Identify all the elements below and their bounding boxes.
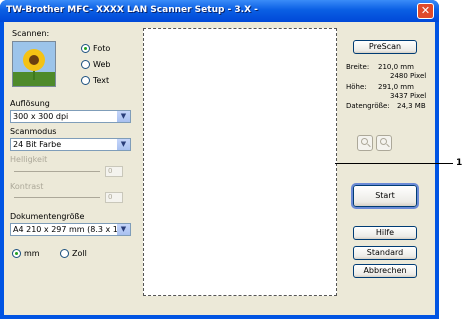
brightness-slider — [14, 171, 100, 172]
unit-inch-label[interactable]: Zoll — [72, 249, 87, 258]
start-button[interactable]: Start — [351, 183, 419, 209]
scan-type-text-label[interactable]: Text — [93, 76, 109, 85]
callout-line — [335, 163, 453, 164]
scanmode-label: Scanmodus — [10, 127, 57, 136]
docsize-value: A4 210 x 297 mm (8.3 x 11.7 — [13, 225, 117, 234]
resolution-select[interactable]: 300 x 300 dpi ▼ — [10, 110, 131, 123]
unit-mm-radio[interactable] — [12, 249, 21, 258]
width-pixels: 2480 Pixel — [390, 72, 427, 80]
scan-type-web-radio[interactable] — [81, 60, 90, 69]
datasize-label: Datengröße: — [346, 102, 390, 110]
scan-type-web-label[interactable]: Web — [93, 60, 110, 69]
zoom-in-icon — [357, 135, 373, 151]
sunflower-icon — [13, 42, 55, 86]
default-button[interactable]: Standard — [353, 246, 417, 260]
resolution-label: Auflösung — [10, 99, 50, 108]
width-label: Breite: — [346, 63, 370, 71]
scanner-window: TW-Brother MFC- XXXX LAN Scanner Setup -… — [0, 0, 439, 319]
scan-type-text-radio[interactable] — [81, 76, 90, 85]
brightness-label: Helligkeit — [10, 155, 48, 164]
brightness-value: 0 — [105, 166, 123, 177]
dialog-body: Scannen: Foto Web Text Auflösung 300 x 3… — [4, 22, 435, 315]
photo-thumbnail — [12, 41, 56, 87]
resolution-value: 300 x 300 dpi — [13, 112, 69, 121]
scanmode-select[interactable]: 24 Bit Farbe ▼ — [10, 138, 131, 151]
settings-panel: Scannen: Foto Web Text Auflösung 300 x 3… — [8, 26, 139, 292]
contrast-label: Kontrast — [10, 182, 44, 191]
height-mm: 291,0 mm — [378, 83, 414, 91]
scan-type-label: Scannen: — [12, 29, 50, 38]
contrast-value: 0 — [105, 192, 123, 203]
datasize-value: 24,3 MB — [397, 102, 426, 110]
close-icon[interactable]: ✕ — [417, 3, 434, 19]
docsize-select[interactable]: A4 210 x 297 mm (8.3 x 11.7 ▼ — [10, 223, 131, 236]
scanmode-value: 24 Bit Farbe — [13, 140, 62, 149]
chevron-down-icon[interactable]: ▼ — [117, 111, 130, 122]
height-pixels: 3437 Pixel — [390, 92, 427, 100]
unit-inch-radio[interactable] — [60, 249, 69, 258]
scan-type-photo-label[interactable]: Foto — [93, 44, 110, 53]
contrast-slider — [14, 197, 100, 198]
window-title: TW-Brother MFC- XXXX LAN Scanner Setup -… — [6, 5, 258, 15]
callout-number: 1 — [456, 158, 463, 168]
prescan-button[interactable]: PreScan — [353, 40, 417, 54]
chevron-down-icon[interactable]: ▼ — [117, 139, 130, 150]
zoom-out-icon — [376, 135, 392, 151]
cancel-button[interactable]: Abbrechen — [353, 264, 417, 278]
height-label: Höhe: — [346, 83, 367, 91]
help-button[interactable]: Hilfe — [353, 226, 417, 240]
chevron-down-icon[interactable]: ▼ — [117, 224, 130, 235]
unit-mm-label[interactable]: mm — [24, 249, 40, 258]
scan-preview-area[interactable] — [143, 28, 337, 296]
docsize-label: Dokumentengröße — [10, 212, 85, 221]
scan-type-photo-radio[interactable] — [81, 44, 90, 53]
title-bar[interactable]: TW-Brother MFC- XXXX LAN Scanner Setup -… — [0, 0, 439, 22]
width-mm: 210,0 mm — [378, 63, 414, 71]
